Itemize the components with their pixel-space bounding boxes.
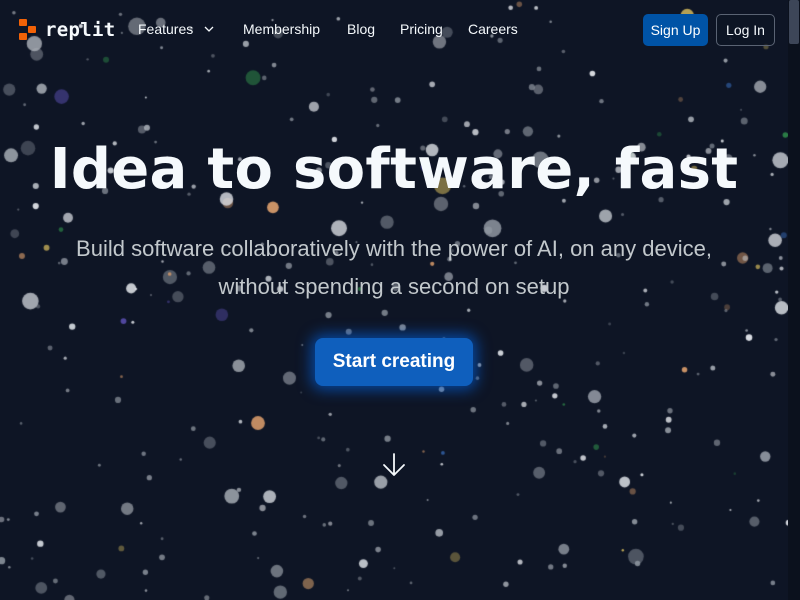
top-navigation-bar: replit Features Membership Blog Pricing … xyxy=(0,0,788,62)
chevron-down-icon xyxy=(204,26,214,32)
nav-item-membership[interactable]: Membership xyxy=(243,21,320,37)
log-in-button[interactable]: Log In xyxy=(716,14,775,46)
nav-item-blog[interactable]: Blog xyxy=(347,21,375,37)
nav-item-careers-label: Careers xyxy=(468,21,518,37)
hero-subtitle: Build software collaboratively with the … xyxy=(76,236,712,299)
replit-logo[interactable]: replit xyxy=(19,19,115,41)
replit-logo-icon xyxy=(19,19,37,41)
sign-up-button[interactable]: Sign Up xyxy=(643,14,708,46)
nav-item-blog-label: Blog xyxy=(347,21,376,37)
nav-item-pricing[interactable]: Pricing xyxy=(400,21,443,37)
nav-item-careers[interactable]: Careers xyxy=(468,21,518,37)
start-creating-button[interactable]: Start creating xyxy=(315,338,473,386)
vertical-scrollbar[interactable] xyxy=(788,0,800,600)
nav-item-pricing-label: Pricing xyxy=(400,21,443,37)
nav-item-features-label: Features xyxy=(138,21,194,37)
nav-item-membership-label: Membership xyxy=(243,21,321,37)
logo-wordmark: replit xyxy=(45,19,116,41)
hero-title: Idea to software, fast xyxy=(49,137,739,202)
nav-item-features[interactable]: Features xyxy=(138,21,215,37)
scrollbar-thumb[interactable] xyxy=(789,0,799,44)
arrow-down-icon[interactable] xyxy=(382,452,406,478)
